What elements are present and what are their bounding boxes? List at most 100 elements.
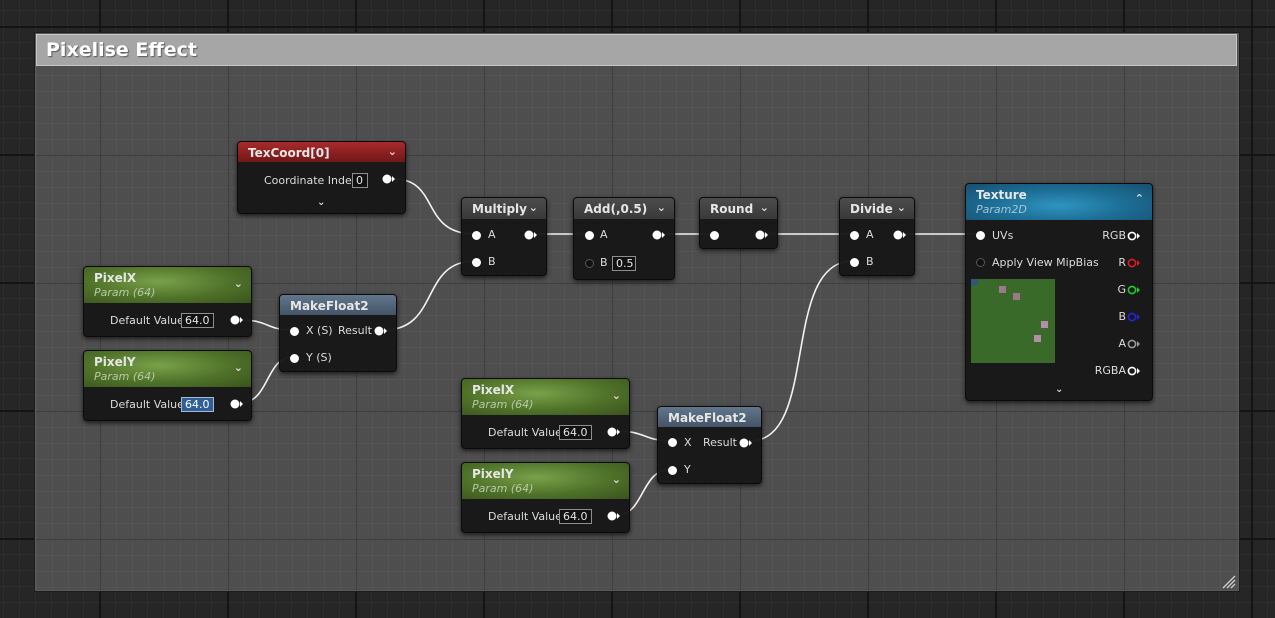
default-value-field[interactable]: 64.0 (559, 425, 592, 440)
node-makefloat2[interactable]: MakeFloat2 X (S) Result Y (S) (279, 294, 397, 372)
node-pixelx[interactable]: PixelX Param (64) ⌄ Default Value 64.0 (83, 266, 252, 337)
node-pixely-2[interactable]: PixelY Param (64) ⌄ Default Value 64.0 (461, 462, 630, 533)
node-title: Round (710, 202, 754, 216)
chevron-down-icon[interactable]: ⌄ (657, 201, 666, 214)
output-rgb-pin-icon[interactable] (1127, 231, 1141, 241)
output-pin-icon[interactable] (230, 315, 244, 325)
node-header[interactable]: Add(,0.5) ⌄ (574, 198, 674, 219)
node-header[interactable]: TexCoord[0] ⌄ (238, 142, 405, 162)
expand-chevron-icon[interactable]: ⌄ (1055, 384, 1063, 395)
output-pin-icon[interactable] (739, 438, 753, 448)
output-rgb-label: RGB (1102, 229, 1126, 242)
input-mipbias-label: Apply View MipBias (992, 256, 1099, 269)
input-pin-x[interactable] (290, 327, 299, 336)
default-value-label: Default Value (488, 426, 562, 439)
output-pin-icon[interactable] (524, 230, 538, 240)
node-makefloat2-2[interactable]: MakeFloat2 X Result Y (657, 406, 762, 484)
input-pin-x[interactable] (668, 438, 677, 447)
input-pin[interactable] (710, 231, 719, 240)
node-title: MakeFloat2 (290, 299, 369, 313)
comment-header[interactable]: Pixelise Effect (36, 34, 1237, 66)
chevron-up-icon[interactable]: ⌃ (1135, 192, 1144, 205)
input-pin-y[interactable] (668, 466, 677, 475)
node-divide[interactable]: Divide ⌄ A B (839, 197, 915, 276)
input-pin-mipbias[interactable] (976, 258, 985, 267)
chevron-down-icon[interactable]: ⌄ (612, 389, 621, 402)
node-subtitle: Param (64) (472, 482, 534, 495)
input-y-label: Y (684, 463, 691, 476)
node-header[interactable]: Divide ⌄ (840, 198, 914, 219)
node-title: Texture (976, 188, 1027, 202)
input-pin-a[interactable] (472, 231, 481, 240)
input-b-label: B (866, 255, 874, 268)
node-header[interactable]: MakeFloat2 (280, 295, 396, 315)
input-pin-y[interactable] (290, 354, 299, 363)
output-pin-icon[interactable] (230, 399, 244, 409)
node-round[interactable]: Round ⌄ (699, 197, 778, 249)
comment-title[interactable]: Pixelise Effect (46, 39, 197, 61)
input-pin-b[interactable] (472, 258, 481, 267)
default-value-field[interactable]: 64.0 (181, 397, 214, 412)
input-pin-a[interactable] (850, 231, 859, 240)
node-title: Add(,0.5) (584, 202, 648, 216)
input-pin-b[interactable] (850, 258, 859, 267)
input-pin-b[interactable] (585, 259, 594, 268)
node-header[interactable]: PixelX Param (64) ⌄ (84, 267, 251, 303)
chevron-down-icon[interactable]: ⌄ (234, 277, 243, 290)
chevron-down-icon[interactable]: ⌄ (234, 361, 243, 374)
output-g-label: G (1117, 283, 1126, 296)
node-header[interactable]: PixelY Param (64) ⌄ (84, 351, 251, 387)
chevron-down-icon[interactable]: ⌄ (388, 145, 397, 158)
output-pin-icon[interactable] (607, 427, 621, 437)
node-texture[interactable]: Texture Param2D ⌃ UVs Apply View MipBias… (965, 183, 1153, 401)
node-subtitle: Param (64) (94, 370, 156, 383)
node-title: Divide (850, 202, 893, 216)
input-a-label: A (488, 228, 496, 241)
b-value-field[interactable]: 0.5 (612, 256, 636, 271)
texture-preview (971, 279, 1055, 363)
result-label: Result (338, 324, 372, 337)
node-header[interactable]: Multiply ⌄ (462, 198, 546, 219)
output-g-pin-icon[interactable] (1127, 285, 1141, 295)
node-pixelx-2[interactable]: PixelX Param (64) ⌄ Default Value 64.0 (461, 378, 630, 449)
node-subtitle: Param (64) (472, 398, 534, 411)
output-pin-icon[interactable] (893, 230, 907, 240)
default-value-field[interactable]: 64.0 (559, 509, 592, 524)
node-header[interactable]: MakeFloat2 (658, 407, 761, 427)
node-header[interactable]: PixelY Param (64) ⌄ (462, 463, 629, 499)
output-rgba-pin-icon[interactable] (1127, 366, 1141, 376)
output-b-pin-icon[interactable] (1127, 312, 1141, 322)
input-pin-uvs[interactable] (976, 231, 985, 240)
output-pin-icon[interactable] (374, 326, 388, 336)
input-b-label: B (600, 256, 608, 269)
output-rgba-label: RGBA (1094, 364, 1126, 377)
chevron-down-icon[interactable]: ⌄ (897, 201, 906, 214)
node-header[interactable]: Texture Param2D ⌃ (966, 184, 1152, 220)
output-pin-icon[interactable] (607, 511, 621, 521)
default-value-label: Default Value (110, 314, 184, 327)
node-add[interactable]: Add(,0.5) ⌄ A B 0.5 (573, 197, 675, 280)
node-title: PixelX (472, 383, 515, 397)
output-a-pin-icon[interactable] (1127, 339, 1141, 349)
chevron-down-icon[interactable]: ⌄ (612, 473, 621, 486)
node-header[interactable]: PixelX Param (64) ⌄ (462, 379, 629, 415)
node-header[interactable]: Round ⌄ (700, 198, 777, 219)
expand-chevron-icon[interactable]: ⌄ (317, 197, 325, 208)
output-pin-icon[interactable] (755, 230, 769, 240)
chevron-down-icon[interactable]: ⌄ (760, 201, 769, 214)
coordinate-index-field[interactable]: 0 (352, 173, 368, 188)
node-multiply[interactable]: Multiply ⌄ A B (461, 197, 547, 276)
output-r-label: R (1118, 256, 1126, 269)
chevron-down-icon[interactable]: ⌄ (529, 201, 538, 214)
default-value-field[interactable]: 64.0 (181, 313, 214, 328)
resize-grip-icon[interactable] (1221, 575, 1237, 589)
node-title: PixelY (472, 467, 514, 481)
result-label: Result (703, 436, 737, 449)
output-r-pin-icon[interactable] (1127, 258, 1141, 268)
output-pin-icon[interactable] (382, 174, 396, 184)
node-pixely[interactable]: PixelY Param (64) ⌄ Default Value 64.0 (83, 350, 252, 421)
node-texcoord[interactable]: TexCoord[0] ⌄ Coordinate Index 0 ⌄ (237, 141, 406, 214)
input-b-label: B (488, 255, 496, 268)
output-pin-icon[interactable] (652, 230, 666, 240)
input-pin-a[interactable] (585, 231, 594, 240)
